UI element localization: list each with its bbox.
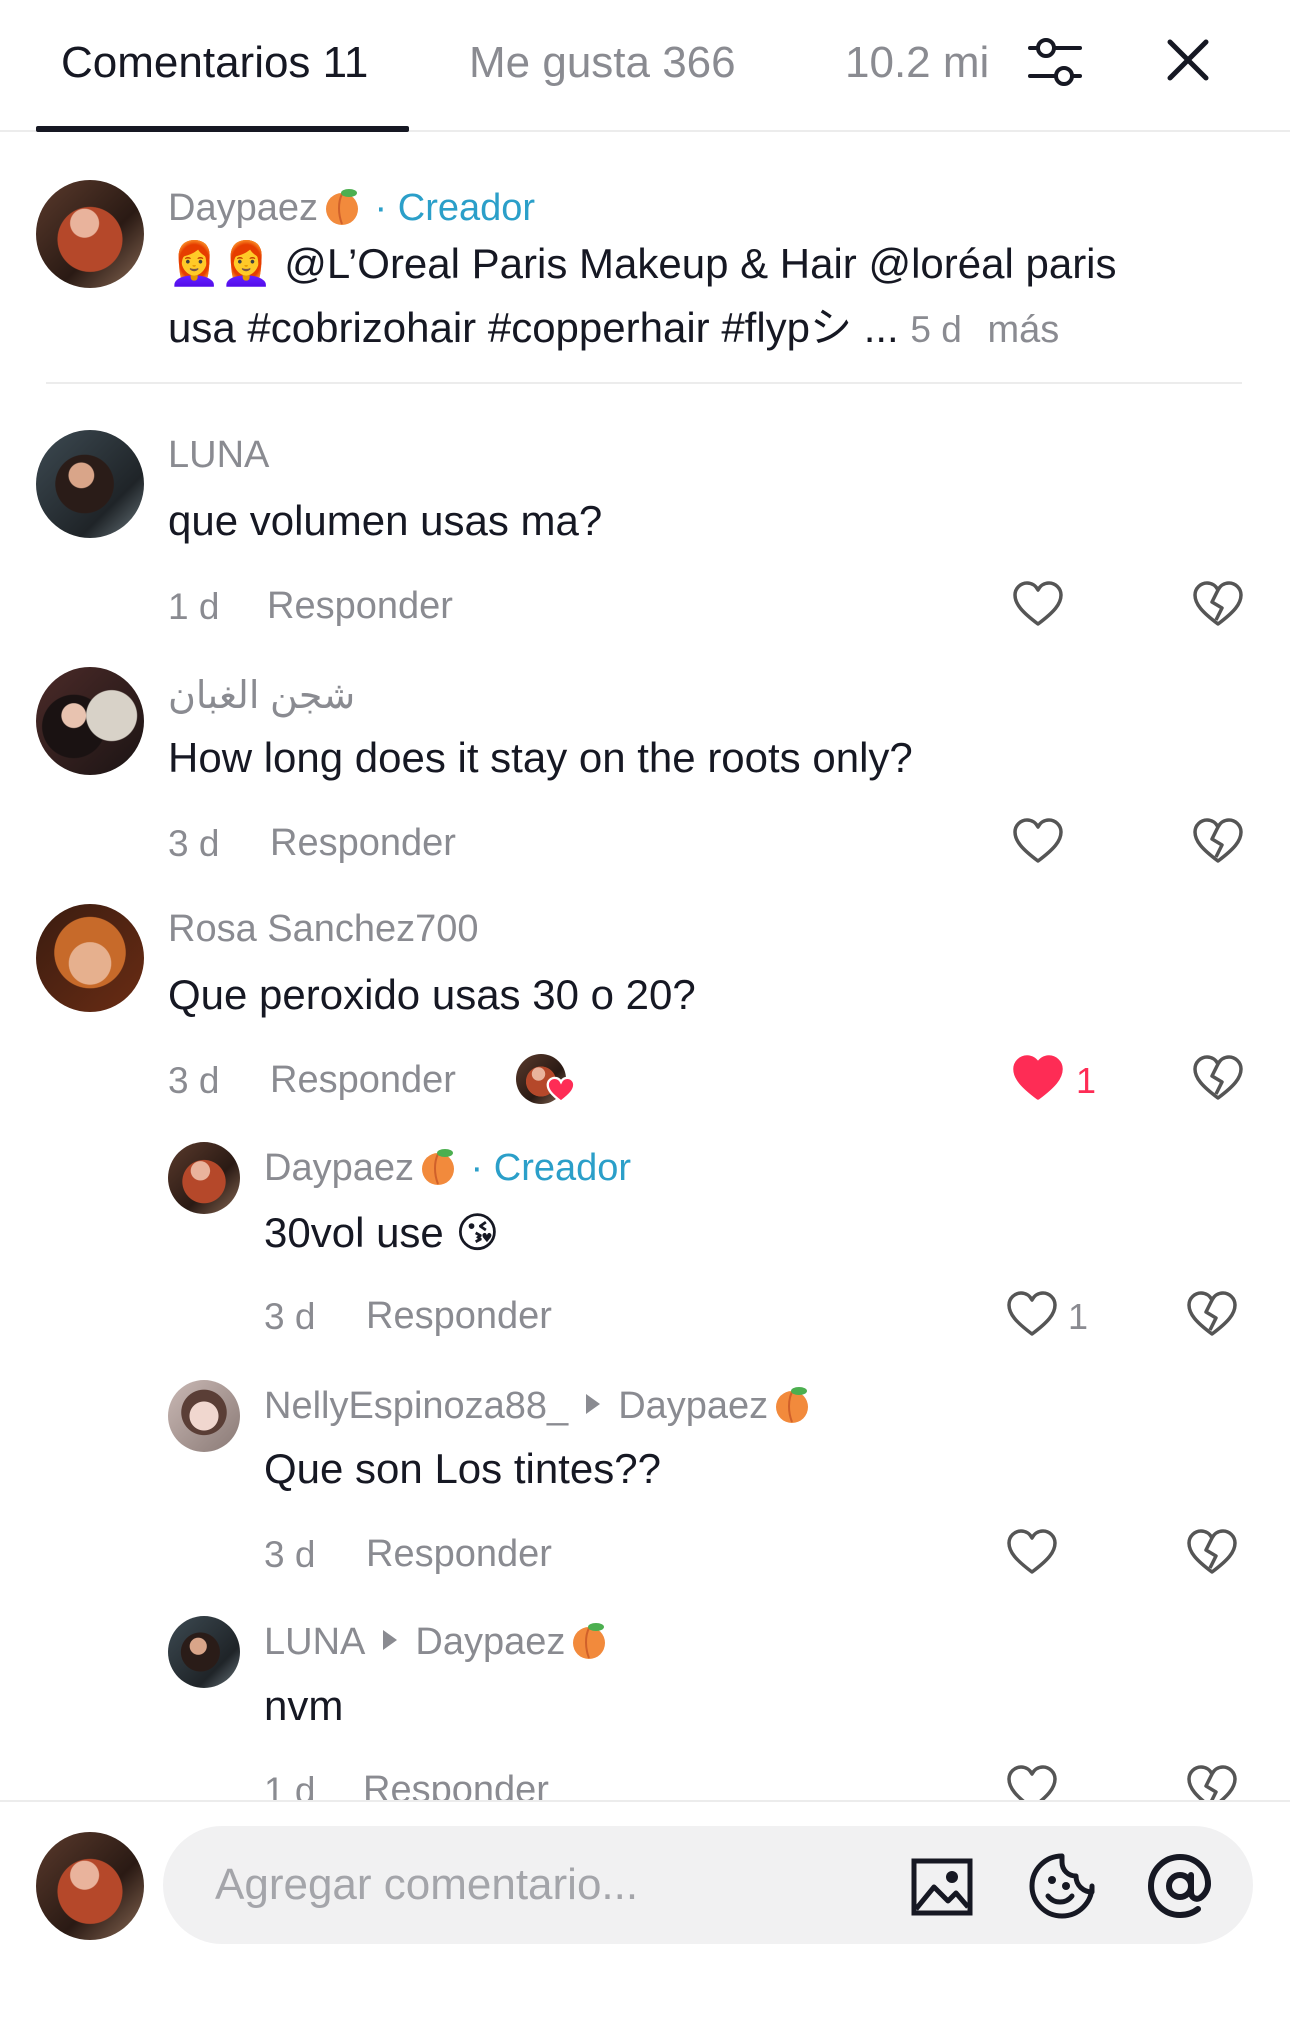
- reply-button[interactable]: Responder: [267, 585, 453, 628]
- avatar[interactable]: [168, 1380, 240, 1452]
- caption-emojis: 👩‍🦰👩‍🦰: [168, 240, 273, 287]
- comment-input-placeholder: Agregar comentario...: [215, 1860, 639, 1909]
- tab-views[interactable]: 10.2 mi: [845, 38, 989, 88]
- avatar[interactable]: [36, 430, 144, 538]
- avatar[interactable]: [168, 1616, 240, 1688]
- reply-age: 3 d: [264, 1296, 316, 1337]
- image-icon[interactable]: [910, 1855, 974, 1919]
- peach-emoji-icon: [421, 1149, 454, 1185]
- caption-author[interactable]: Daypaez · Creador: [168, 184, 535, 230]
- like-count: 1: [1076, 1060, 1097, 1101]
- comment-author[interactable]: شجن الغبان: [168, 673, 355, 718]
- avatar[interactable]: [168, 1142, 240, 1214]
- avatar[interactable]: [36, 667, 144, 775]
- close-button[interactable]: [1158, 30, 1218, 90]
- heart-icon[interactable]: [1006, 1528, 1058, 1576]
- broken-heart-icon[interactable]: [1186, 1290, 1238, 1338]
- reply-author[interactable]: LUNA Daypaez: [264, 1618, 611, 1664]
- close-icon: [1167, 39, 1209, 81]
- comment-text: que volumen usas ma?: [168, 497, 603, 544]
- creator-liked-heart-icon: [546, 1076, 576, 1103]
- reply-author[interactable]: NellyEspinoza88_ Daypaez: [264, 1382, 814, 1428]
- reply-text: Que son Los tintes??: [264, 1445, 661, 1492]
- heart-icon[interactable]: [1012, 1054, 1064, 1102]
- broken-heart-icon[interactable]: [1192, 1054, 1244, 1102]
- creator-badge: · Creador: [374, 187, 536, 229]
- like-count: 1: [1068, 1296, 1089, 1337]
- broken-heart-icon[interactable]: [1192, 580, 1244, 628]
- comment-text: How long does it stay on the roots only?: [168, 734, 913, 781]
- caption-line-1: 👩‍🦰👩‍🦰 @L’Oreal Paris Makeup & Hair @lor…: [168, 240, 1117, 289]
- heart-icon[interactable]: [1006, 1290, 1058, 1338]
- broken-heart-icon[interactable]: [1192, 817, 1244, 865]
- avatar[interactable]: [36, 180, 144, 288]
- caption-hashtags[interactable]: usa #cobrizohair #copperhair #flypシ ...: [168, 304, 899, 351]
- reply-age: 3 d: [264, 1534, 316, 1575]
- tab-likes[interactable]: Me gusta 366: [469, 38, 736, 88]
- reply-to-arrow-icon: [586, 1394, 601, 1414]
- heart-icon[interactable]: [1012, 817, 1064, 865]
- caption-age: 5 d: [910, 309, 962, 350]
- emoji-icon[interactable]: [1028, 1852, 1096, 1920]
- caption-mentions[interactable]: @L’Oreal Paris Makeup & Hair @loréal par…: [284, 240, 1116, 287]
- comment-age: 3 d: [168, 1060, 220, 1101]
- filter-button[interactable]: [1020, 30, 1090, 94]
- active-tab-indicator: [36, 126, 409, 132]
- sliders-icon: [1028, 38, 1082, 86]
- divider: [46, 382, 1242, 384]
- heart-icon[interactable]: [1012, 580, 1064, 628]
- peach-emoji-icon: [573, 1623, 606, 1659]
- at-icon[interactable]: [1146, 1852, 1214, 1920]
- peach-emoji-icon: [776, 1387, 809, 1423]
- reply-button[interactable]: Responder: [270, 1059, 456, 1102]
- current-user-avatar: [36, 1832, 144, 1940]
- reply-button[interactable]: Responder: [366, 1295, 552, 1338]
- more-link[interactable]: más: [988, 309, 1060, 351]
- reply-button[interactable]: Responder: [270, 822, 456, 865]
- reply-author[interactable]: Daypaez · Creador: [264, 1144, 631, 1190]
- reply-text: nvm: [264, 1682, 344, 1729]
- peach-emoji-icon: [325, 189, 358, 225]
- creator-badge: · Creador: [470, 1147, 632, 1189]
- reply-button[interactable]: Responder: [366, 1533, 552, 1576]
- comment-author[interactable]: LUNA: [168, 434, 269, 477]
- reply-text: 30vol use 😘: [264, 1209, 500, 1256]
- comment-author[interactable]: Rosa Sanchez700: [168, 908, 479, 951]
- comment-age: 3 d: [168, 823, 220, 864]
- caption-line-2: usa #cobrizohair #copperhair #flypシ ... …: [168, 294, 1059, 355]
- comment-age: 1 d: [168, 586, 220, 627]
- avatar[interactable]: [36, 904, 144, 1012]
- comment-text: Que peroxido usas 30 o 20?: [168, 971, 696, 1018]
- broken-heart-icon[interactable]: [1186, 1528, 1238, 1576]
- reply-to-arrow-icon: [383, 1630, 398, 1650]
- tab-bar: Comentarios 11 Me gusta 366 10.2 mi: [0, 0, 1290, 132]
- tab-comments[interactable]: Comentarios 11: [61, 38, 368, 88]
